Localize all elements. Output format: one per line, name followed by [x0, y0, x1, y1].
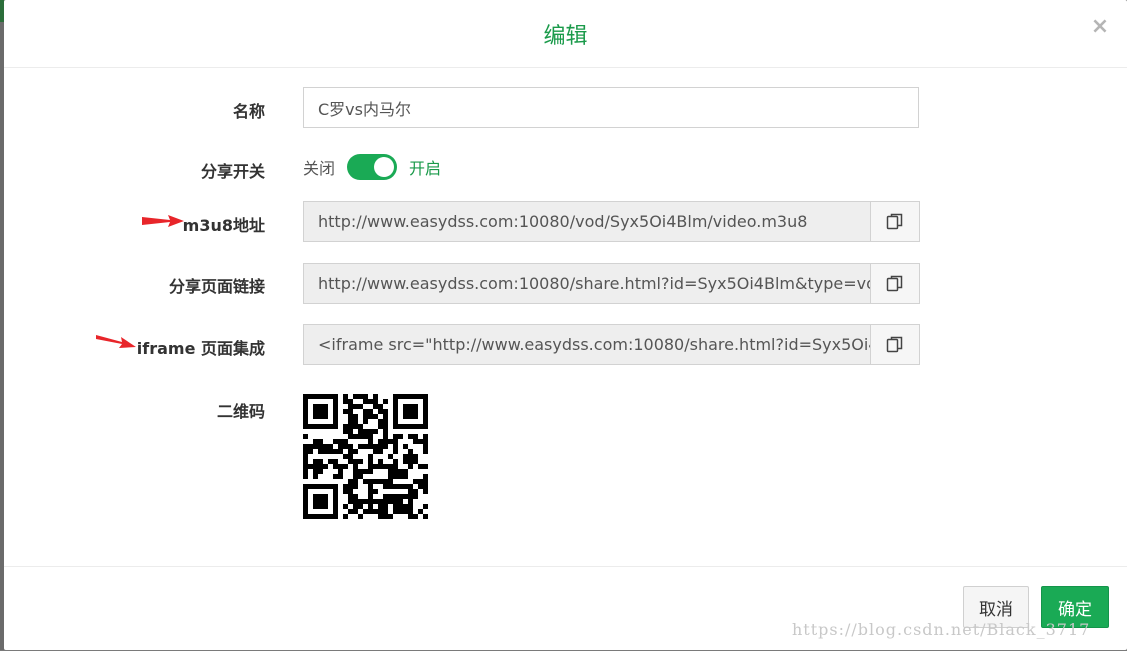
share-toggle[interactable] [347, 154, 398, 180]
copy-share-link-button[interactable] [870, 263, 920, 304]
red-arrow-icon [96, 335, 136, 348]
m3u8-field-group: http://www.easydss.com:10080/vod/Syx5Oi4… [303, 201, 920, 242]
toggle-knob [374, 157, 395, 177]
dialog-title: 编辑 [543, 24, 588, 49]
share-link-input[interactable]: http://www.easydss.com:10080/share.html?… [303, 263, 871, 304]
share-link-label: 分享页面链接 [168, 277, 265, 296]
close-icon: × [1090, 14, 1110, 39]
copy-m3u8-button[interactable] [870, 201, 920, 242]
share-off-text: 关闭 [303, 159, 336, 178]
red-arrow-icon [142, 215, 184, 227]
edit-dialog: 编辑 × 名称 分享开关 关闭 开启 m3u8地址 http://www.eas… [4, 0, 1127, 650]
qrcode-label: 二维码 [216, 402, 265, 421]
name-label: 名称 [232, 102, 265, 121]
share-on-text: 开启 [409, 159, 442, 178]
copy-iframe-button[interactable] [870, 324, 920, 365]
iframe-input[interactable]: <iframe src="http://www.easydss.com:1008… [303, 324, 871, 365]
watermark: https://blog.csdn.net/Black_3717 [792, 620, 1091, 639]
dialog-header: 编辑 × [4, 0, 1127, 68]
qr-code-image [303, 394, 428, 519]
copy-icon [886, 213, 903, 229]
iframe-label: iframe 页面集成 [136, 339, 265, 358]
close-button[interactable]: × [1089, 14, 1111, 40]
copy-icon [886, 336, 903, 352]
name-input[interactable] [303, 87, 919, 128]
iframe-field-group: <iframe src="http://www.easydss.com:1008… [303, 324, 920, 365]
share-link-field-group: http://www.easydss.com:10080/share.html?… [303, 263, 920, 304]
share-toggle-group: 关闭 开启 [303, 152, 441, 182]
m3u8-input[interactable]: http://www.easydss.com:10080/vod/Syx5Oi4… [303, 201, 871, 242]
share-label: 分享开关 [200, 162, 265, 181]
m3u8-label: m3u8地址 [182, 216, 265, 235]
copy-icon [886, 275, 903, 291]
